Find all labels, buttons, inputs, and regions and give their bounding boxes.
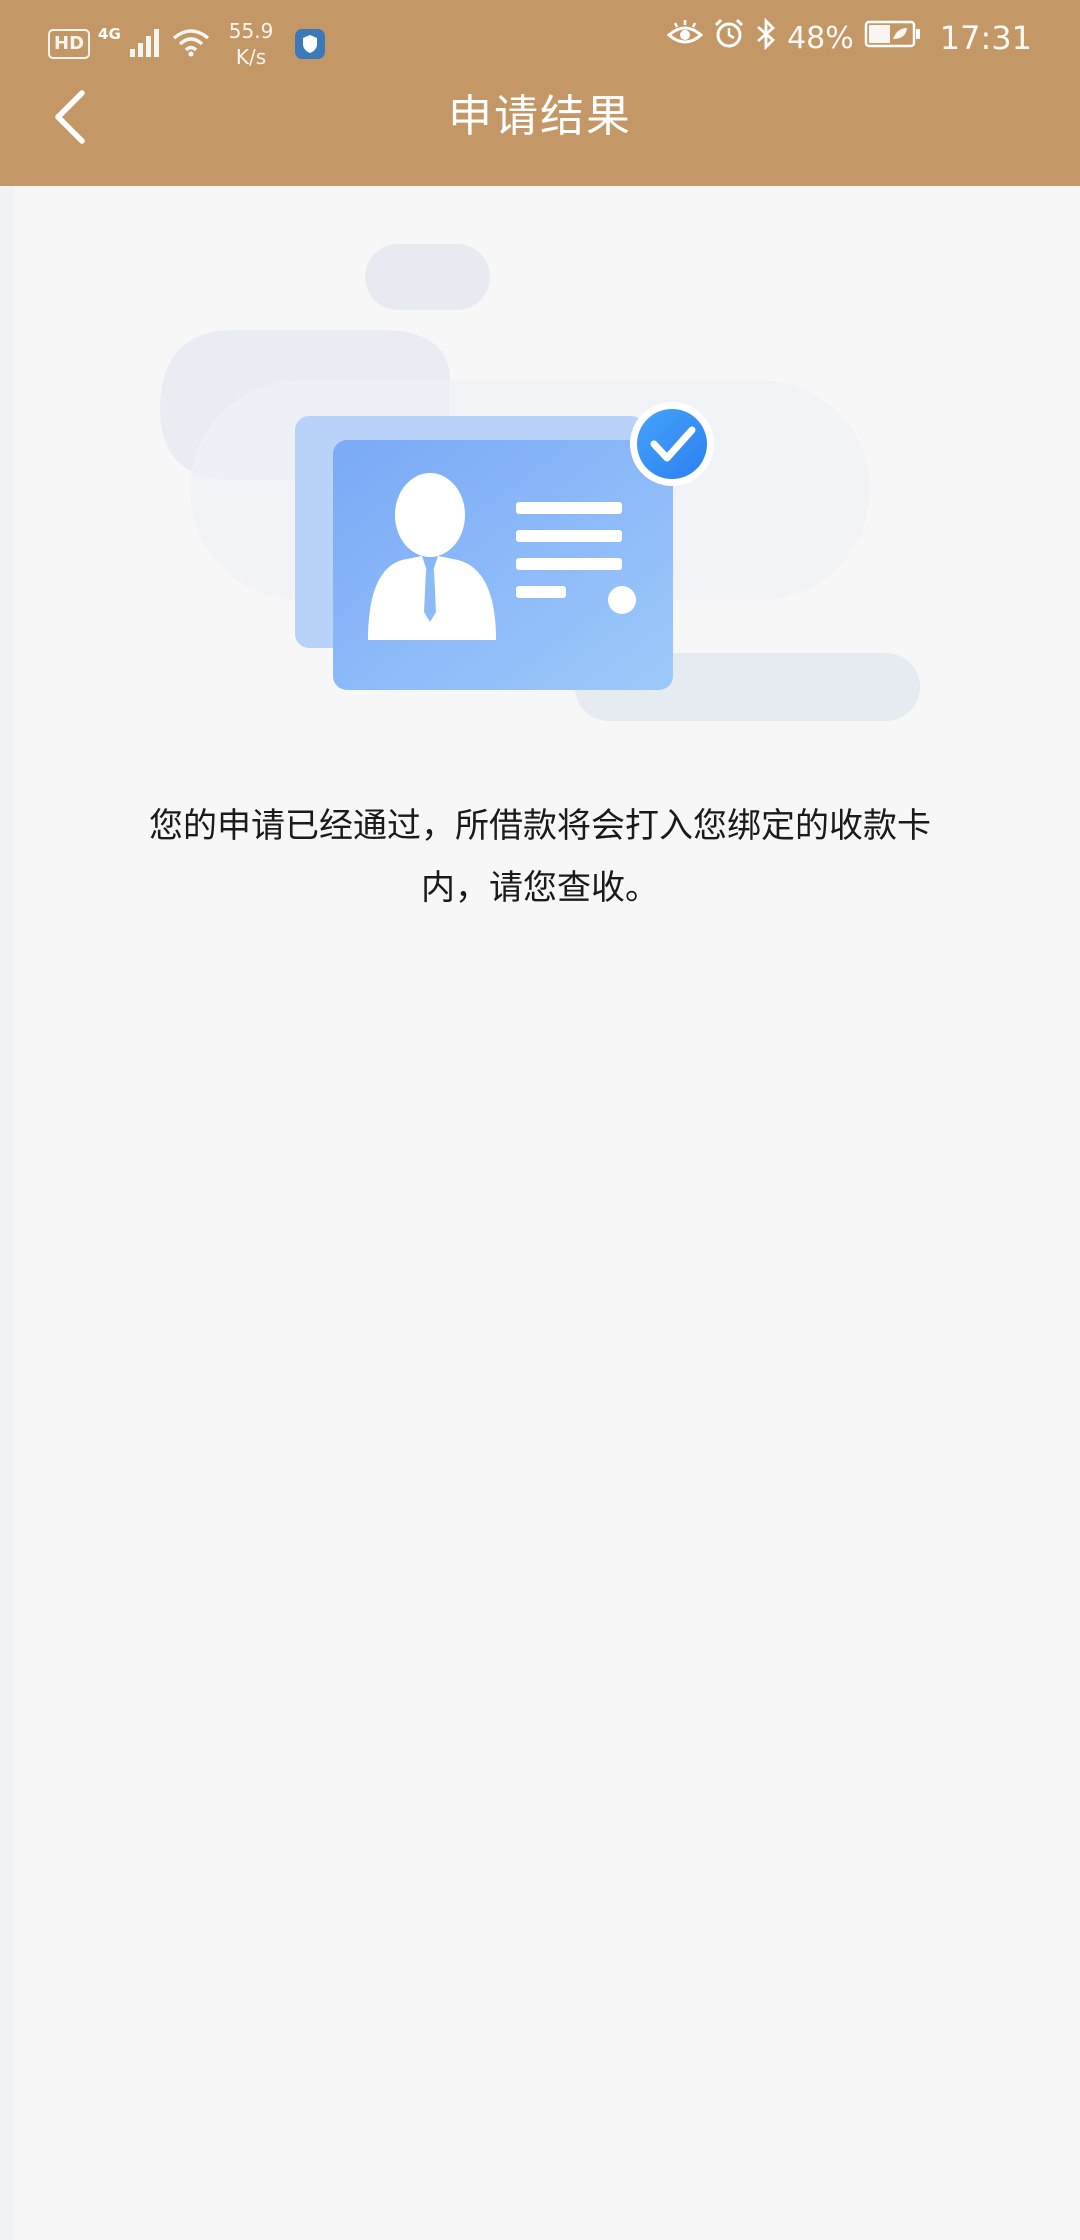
title-bar: 申请结果 bbox=[0, 82, 1080, 186]
status-bar-right: 48% 17:31 bbox=[666, 17, 1032, 58]
app-header: HD 4G 55.9 K/s 48% 17:31 申请结果 bbox=[0, 0, 1080, 186]
hd-badge: HD bbox=[48, 29, 91, 59]
signal-icon bbox=[129, 27, 163, 61]
clock-time: 17:31 bbox=[939, 19, 1032, 57]
left-edge-strip bbox=[0, 186, 14, 2240]
bluetooth-icon bbox=[755, 17, 777, 58]
speed-unit: K/s bbox=[235, 45, 267, 69]
battery-icon bbox=[864, 19, 922, 57]
page-title: 申请结果 bbox=[448, 91, 632, 142]
speed-value: 55.9 bbox=[228, 19, 274, 43]
id-card-approved-icon bbox=[150, 220, 930, 740]
alarm-icon bbox=[713, 18, 745, 58]
result-message: 您的申请已经通过，所借款将会打入您绑定的收款卡内，请您查收。 bbox=[149, 806, 931, 908]
eye-comfort-icon bbox=[666, 19, 704, 57]
shield-app-icon bbox=[295, 29, 326, 59]
network-speed: 55.9 K/s bbox=[229, 18, 274, 70]
status-bar: HD 4G 55.9 K/s 48% 17:31 bbox=[0, 0, 1080, 82]
battery-percent: 48% bbox=[787, 20, 854, 56]
network-generation: 4G bbox=[98, 25, 121, 43]
wifi-icon bbox=[171, 27, 211, 61]
status-bar-left: HD 4G 55.9 K/s bbox=[48, 18, 326, 70]
